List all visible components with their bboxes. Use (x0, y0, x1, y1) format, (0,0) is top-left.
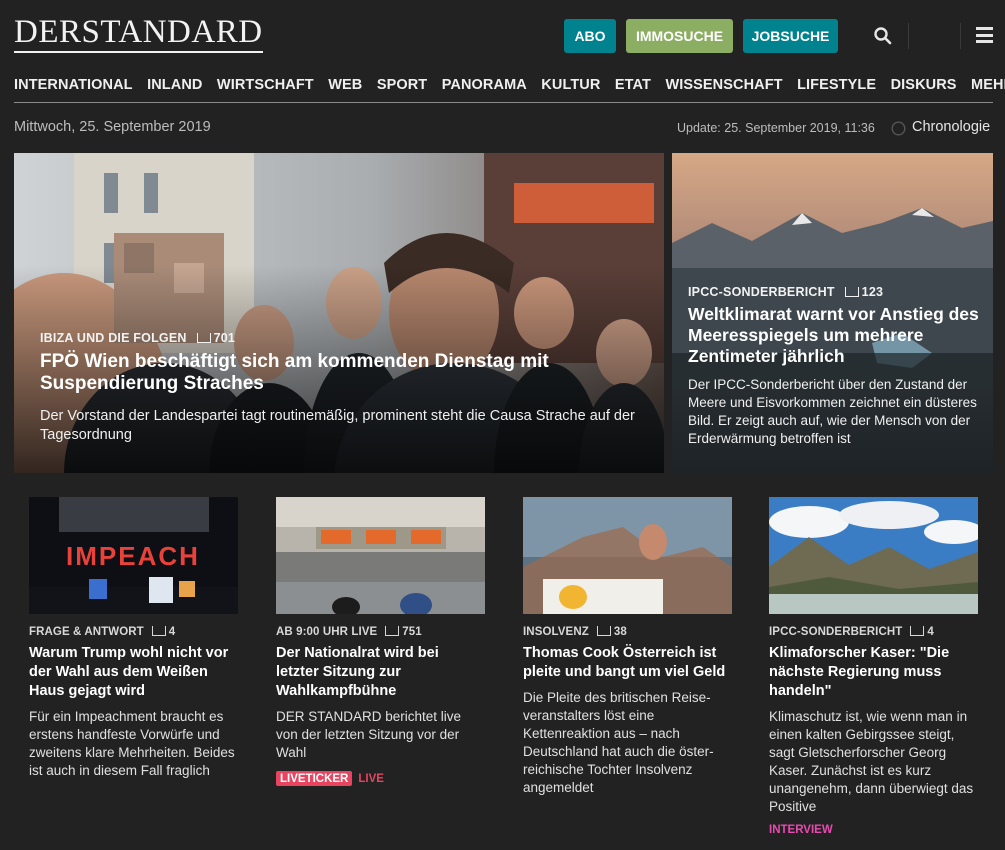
jobsuche-button[interactable]: JOBSUCHE (743, 19, 838, 53)
liveticker-badge[interactable]: LIVETICKER (276, 771, 353, 786)
nav-item-inland[interactable]: INLAND (147, 77, 202, 93)
article-image: IMPEACH (29, 497, 238, 614)
hero-main-subtitle: Der Vorstand der Landespartei tagt routi… (40, 408, 635, 443)
menu-icon[interactable] (976, 27, 993, 43)
nav-item-international[interactable]: INTERNATIONAL (14, 77, 133, 93)
kicker-label: FRAGE & ANTWORT (29, 626, 144, 638)
comment-icon (196, 333, 211, 343)
card-title[interactable]: Warum Trump wohl nicht vor der Wahl aus … (29, 644, 238, 701)
card-kicker: IPCC-SONDERBERICHT 4 (769, 625, 978, 638)
nav-item-wirtschaft[interactable]: WIRTSCHAFT (217, 77, 314, 93)
abo-button[interactable]: ABO (564, 19, 616, 53)
kicker-label: IPCC-SONDERBERICHT (688, 285, 835, 299)
immosuche-button[interactable]: IMMOSUCHE (626, 19, 733, 53)
comment-count[interactable]: 751 (385, 626, 422, 638)
comment-count[interactable]: 701 (196, 331, 236, 345)
hero-side-article[interactable]: IPCC-SONDERBERICHT 123 Weltklimarat warnt… (672, 153, 993, 473)
card-title[interactable]: Der Nationalrat wird bei letzter Sitzung… (276, 644, 485, 701)
comment-count[interactable]: 4 (910, 626, 934, 638)
hero-side-title[interactable]: Weltklimarat warnt vor Anstieg des Meere… (688, 304, 979, 367)
logo-underline (14, 51, 263, 53)
kicker-label: AB 9:00 UHR LIVE (276, 626, 378, 638)
card-kicker: AB 9:00 UHR LIVE 751 (276, 625, 485, 638)
nav-item-lifestyle[interactable]: LIFESTYLE (797, 77, 876, 93)
hero-side-kicker: IPCC-SONDERBERICHT 123 (688, 285, 979, 299)
nav-item-mehr[interactable]: MEHR … (971, 77, 1005, 93)
hero-main-kicker: IBIZA UND DIE FOLGEN 701 (40, 331, 644, 345)
article-card-kaser[interactable]: IPCC-SONDERBERICHT 4 Klimaforscher Kaser:… (769, 497, 978, 836)
comment-count[interactable]: 4 (151, 626, 176, 638)
interview-label[interactable]: INTERVIEW (769, 824, 978, 836)
header-divider (908, 23, 909, 49)
main-navigation: INTERNATIONAL INLAND WIRTSCHAFT WEB SPOR… (14, 76, 1005, 94)
comment-count[interactable]: 38 (596, 626, 627, 638)
comment-icon (910, 626, 925, 636)
nav-item-kultur[interactable]: KULTUR (541, 77, 600, 93)
hero-main-article[interactable]: IBIZA UND DIE FOLGEN 701 FPÖ Wien beschäf… (14, 153, 664, 473)
comment-icon (596, 626, 611, 636)
hero-side-subtitle: Der IPCC-Sonderbericht über den Zustand … (688, 377, 977, 446)
card-kicker: INSOLVENZ 38 (523, 625, 732, 638)
site-logo[interactable]: DERSTANDARD (14, 14, 263, 50)
chronologie-link[interactable]: Chronologie (912, 119, 990, 135)
kicker-label: IPCC-SONDERBERICHT (769, 626, 903, 638)
header-divider (960, 23, 961, 49)
card-title[interactable]: Klimaforscher Kaser: "Die nächste Regier… (769, 644, 978, 701)
card-subtitle: Die Pleite des britischen Reise­veransta… (523, 690, 714, 795)
comment-icon (844, 287, 859, 297)
comment-number: 701 (213, 331, 236, 345)
live-label: LIVE (358, 773, 384, 785)
card-subtitle: Klimaschutz ist, wie wenn man in einen k… (769, 709, 974, 814)
article-image (769, 497, 978, 614)
article-image (276, 497, 485, 614)
comment-number: 38 (613, 626, 627, 638)
current-date: Mittwoch, 25. September 2019 (14, 119, 211, 135)
comment-icon (151, 626, 166, 636)
card-subtitle: Für ein Impeachment braucht es erstens h… (29, 709, 235, 778)
nav-item-web[interactable]: WEB (328, 77, 362, 93)
comment-number: 4 (927, 626, 934, 638)
card-title[interactable]: Thomas Cook Österreich ist pleite und ba… (523, 644, 732, 682)
article-card-thomas-cook[interactable]: INSOLVENZ 38 Thomas Cook Österreich ist p… (523, 497, 732, 797)
nav-divider (14, 102, 993, 103)
comment-count[interactable]: 123 (844, 285, 884, 299)
live-indicator: LIVETICKER LIVE (276, 769, 485, 787)
comment-icon (385, 626, 400, 636)
clock-icon (891, 121, 906, 136)
nav-item-panorama[interactable]: PANORAMA (442, 77, 527, 93)
impeach-sign: IMPEACH (66, 541, 200, 571)
comment-number: 751 (402, 626, 422, 638)
hero-main-title[interactable]: FPÖ Wien beschäftigt sich am kommenden D… (40, 351, 644, 395)
nav-item-etat[interactable]: ETAT (615, 77, 651, 93)
article-image (523, 497, 732, 614)
search-icon[interactable] (873, 26, 893, 46)
nav-item-wissenschaft[interactable]: WISSENSCHAFT (665, 77, 782, 93)
update-timestamp: Update: 25. September 2019, 11:36 (677, 121, 875, 135)
nav-item-diskurs[interactable]: DISKURS (891, 77, 957, 93)
article-card-trump[interactable]: IMPEACH FRAGE & ANTWORT 4 Warum Trump woh… (29, 497, 238, 780)
comment-number: 4 (168, 626, 176, 638)
nav-item-sport[interactable]: SPORT (377, 77, 427, 93)
kicker-label: IBIZA UND DIE FOLGEN (40, 331, 187, 345)
card-kicker: FRAGE & ANTWORT 4 (29, 625, 238, 638)
article-card-nationalrat[interactable]: AB 9:00 UHR LIVE 751 Der Nationalrat wird… (276, 497, 485, 787)
comment-number: 123 (861, 285, 884, 299)
card-subtitle: DER STANDARD berichtet live von der letz… (276, 709, 462, 760)
kicker-label: INSOLVENZ (523, 626, 589, 638)
